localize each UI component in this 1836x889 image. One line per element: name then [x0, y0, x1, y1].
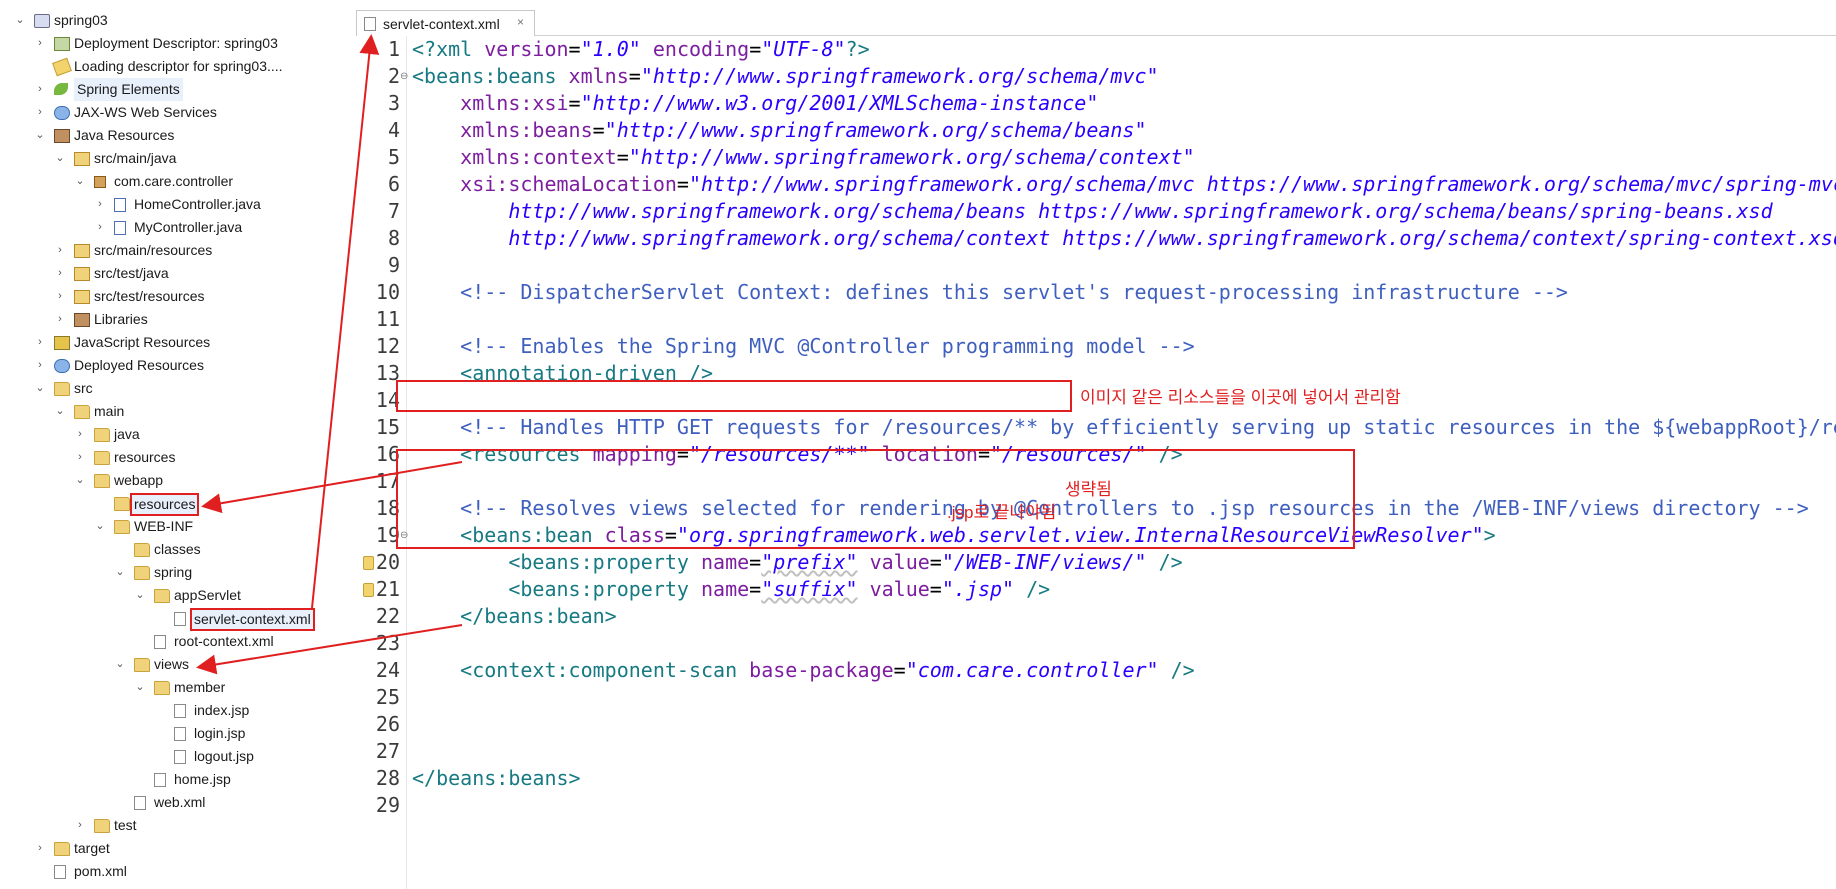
arrow-to-views-folder: [196, 624, 463, 675]
arrow-to-tab: [311, 34, 380, 609]
annotation-arrows: [196, 34, 463, 675]
arrow-to-resources-folder: [201, 461, 463, 514]
